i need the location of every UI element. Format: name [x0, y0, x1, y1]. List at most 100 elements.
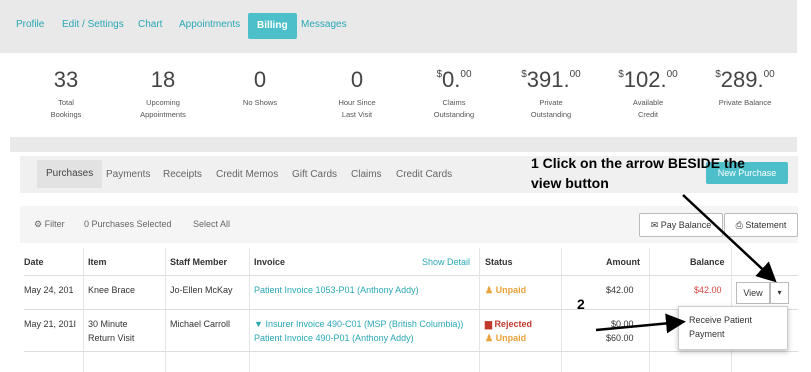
stat-label: Total: [58, 98, 74, 107]
stat-label: Hour Since: [338, 98, 376, 107]
tab-credit-memos[interactable]: Credit Memos: [216, 169, 278, 180]
row-staff: Jo-Ellen McKay: [170, 285, 233, 295]
invoice-link[interactable]: ▼ Insurer Invoice 490-C01 (MSP (British …: [254, 317, 463, 331]
col-item: Item: [88, 257, 107, 267]
stat-upcoming-appointments: 18 Upcoming Appointments: [113, 67, 213, 121]
tab-gift-cards[interactable]: Gift Cards: [292, 169, 337, 180]
tab-receipts[interactable]: Receipts: [163, 169, 202, 180]
stat-cents: 00: [666, 69, 678, 80]
stat-label: No Shows: [242, 98, 278, 107]
pay-balance-button[interactable]: ✉ Pay Balance: [639, 213, 723, 237]
stat-label: Outstanding: [530, 110, 572, 119]
tab-claims[interactable]: Claims: [351, 169, 382, 180]
column-divider: [479, 248, 480, 372]
select-all-link[interactable]: Select All: [193, 219, 230, 229]
menu-item-label: Receive Patient: [689, 315, 753, 325]
actions-dropdown-menu: Receive Patient Payment: [678, 306, 788, 350]
currency-symbol: $: [436, 69, 443, 80]
annotation-step-1: 1 Click on the arrow BESIDE the view but…: [531, 153, 745, 193]
tab-messages[interactable]: Messages: [301, 19, 347, 30]
stat-label: Bookings: [50, 110, 82, 119]
person-icon: ♟: [485, 333, 494, 343]
annotation-step-2: 2: [577, 296, 585, 312]
stat-no-shows: 0 No Shows: [210, 67, 310, 109]
top-nav: Profile Edit / Settings Chart Appointmen…: [0, 0, 797, 53]
view-button[interactable]: View: [736, 282, 770, 304]
tab-edit-settings[interactable]: Edit / Settings: [62, 19, 124, 30]
row-date: May 21, 201I: [24, 319, 77, 329]
selected-count: 0 Purchases Selected: [84, 219, 172, 229]
stat-label: Last Visit: [341, 110, 373, 119]
currency-symbol: $: [715, 69, 721, 80]
stat-value: 0: [253, 67, 267, 92]
col-invoice: Invoice: [254, 257, 286, 267]
invoice-link[interactable]: Patient Invoice 490-P01 (Anthony Addy): [254, 331, 414, 345]
tab-chart[interactable]: Chart: [138, 19, 162, 30]
column-divider: [83, 248, 84, 372]
col-staff-member: Staff Member: [170, 257, 228, 267]
tab-billing[interactable]: Billing: [248, 13, 297, 39]
stat-label: Private Balance: [718, 98, 772, 107]
invoice-link[interactable]: Patient Invoice 1053-P01 (Anthony Addy): [254, 283, 419, 297]
gear-icon: ⚙: [34, 219, 43, 229]
status-label: Unpaid: [495, 285, 527, 295]
status-badge: ♟ Unpaid: [485, 283, 526, 297]
pay-balance-label: Pay Balance: [660, 220, 712, 230]
column-divider: [249, 248, 250, 372]
filter-label: Filter: [44, 219, 65, 229]
currency-symbol: $: [521, 69, 527, 80]
briefcase-icon: ▆: [485, 319, 492, 329]
printer-icon: ⎙: [735, 220, 743, 230]
filter-button[interactable]: ⚙ Filter: [34, 219, 65, 230]
column-divider: [561, 248, 562, 372]
col-amount: Amount: [606, 257, 640, 267]
row-amount: $0.00: [611, 319, 634, 329]
caret-down-icon: ▾: [777, 288, 782, 297]
row-date: May 24, 201: [24, 285, 74, 295]
stat-cents: 00: [569, 69, 581, 80]
tab-payments[interactable]: Payments: [106, 169, 150, 180]
row-amount: $60.00: [606, 333, 634, 343]
statement-label: Statement: [745, 220, 787, 230]
col-date: Date: [24, 257, 44, 267]
tab-appointments[interactable]: Appointments: [179, 19, 240, 30]
stat-value: 102.: [623, 67, 667, 92]
receive-patient-payment-item[interactable]: Receive Patient Payment: [689, 313, 752, 341]
stat-value: 289.: [720, 67, 764, 92]
col-status: Status: [485, 257, 513, 267]
header-divider: [24, 275, 798, 276]
status-label: Rejected: [494, 319, 532, 329]
stat-value: 0: [350, 67, 364, 92]
annotation-text: 1 Click on the arrow BESIDE the: [531, 155, 745, 171]
stat-hour-since-last-visit: 0 Hour Since Last Visit: [307, 67, 407, 121]
view-dropdown-toggle[interactable]: ▾: [770, 282, 789, 304]
menu-item-label: Payment: [689, 329, 725, 339]
row-item: 30 Minute: [88, 319, 128, 329]
stat-value: 391.: [526, 67, 570, 92]
currency-symbol: $: [618, 69, 624, 80]
row-staff: Michael Carroll: [170, 319, 231, 329]
stat-cents: 00: [460, 69, 472, 80]
filter-funnel-icon: ▼: [254, 319, 263, 329]
annotation-text: view button: [531, 175, 609, 191]
tab-credit-cards[interactable]: Credit Cards: [396, 169, 452, 180]
stat-private-balance: $289.00 Private Balance: [695, 67, 795, 109]
stat-total-bookings: 33 Total Bookings: [16, 67, 116, 121]
status-label: Unpaid: [495, 333, 527, 343]
stat-label: Upcoming: [146, 98, 180, 107]
column-divider: [165, 248, 166, 372]
stat-label: Outstanding: [433, 110, 475, 119]
tab-purchases[interactable]: Purchases: [37, 160, 103, 188]
column-divider: [649, 248, 650, 372]
row-divider: [24, 351, 798, 352]
filter-bar: ⚙ Filter 0 Purchases Selected Select All…: [20, 206, 798, 243]
row-amount: $42.00: [606, 285, 634, 295]
status-badge: ▆ Rejected: [485, 317, 532, 331]
status-badge: ♟ Unpaid: [485, 331, 526, 345]
show-detail-link[interactable]: Show Detail: [422, 257, 470, 267]
row-item: Return Visit: [88, 333, 135, 343]
envelope-icon: ✉: [650, 220, 659, 230]
statement-button[interactable]: ⎙ Statement: [724, 213, 798, 237]
tab-profile[interactable]: Profile: [16, 19, 44, 30]
stat-label: Claims: [442, 98, 466, 107]
